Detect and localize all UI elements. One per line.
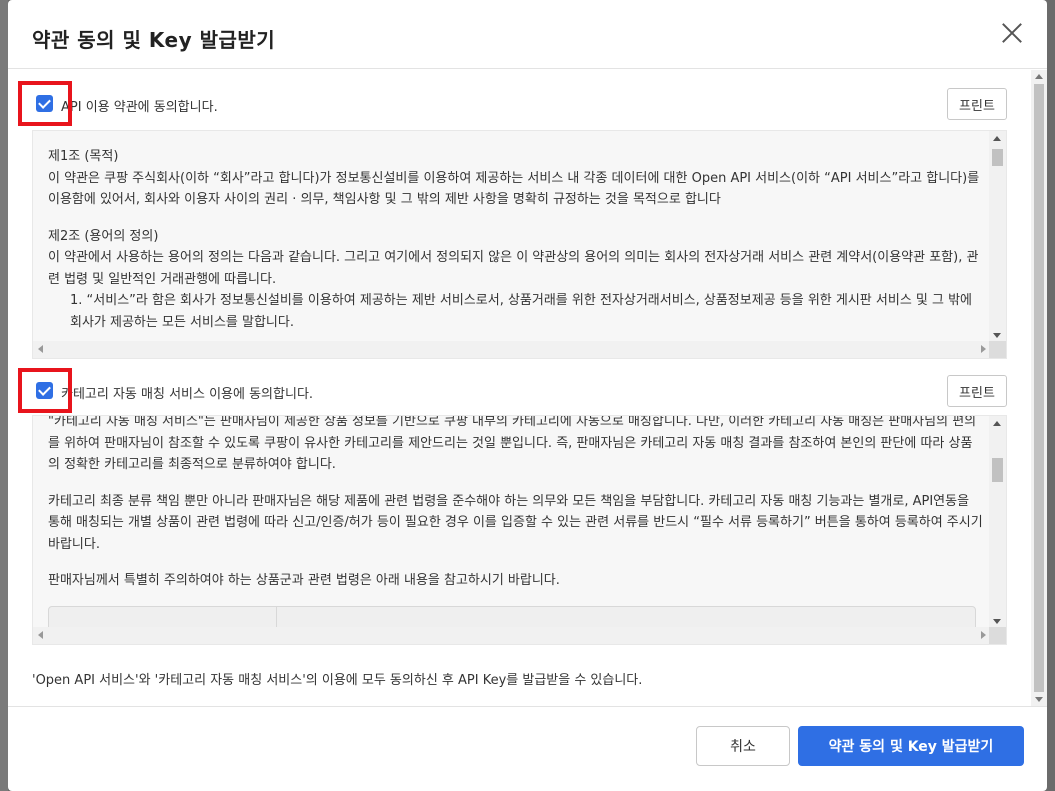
category-terms-print-button[interactable]: 프린트 <box>947 375 1007 407</box>
article-1-body: 이 약관은 쿠팡 주식회사(이하 “회사”라고 합니다)가 정보통신설비를 이용… <box>48 170 980 208</box>
category-para-3: 판매자님께서 특별히 주의하여야 하는 상품군과 관련 법령은 아래 내용을 참… <box>48 573 560 588</box>
scroll-thumb[interactable] <box>992 149 1003 166</box>
api-terms-vscrollbar[interactable] <box>989 131 1006 343</box>
scroll-down-icon[interactable] <box>1035 697 1043 702</box>
category-terms-hscrollbar[interactable] <box>33 627 991 644</box>
category-terms-vscrollbar[interactable] <box>989 416 1006 629</box>
dialog-body: API 이용 약관에 동의합니다. 프린트 제1조 (목적) 이 약관은 쿠팡 … <box>8 70 1047 706</box>
article-2-body: 이 약관에서 사용하는 용어의 정의는 다음과 같습니다. 그리고 여기에서 정… <box>48 250 979 287</box>
scroll-left-icon[interactable] <box>38 631 43 639</box>
agree-and-issue-key-button[interactable]: 약관 동의 및 Key 발급받기 <box>798 726 1024 766</box>
scroll-thumb[interactable] <box>1034 84 1044 692</box>
article-2-title: 제2조 (용어의 정의) <box>48 228 159 244</box>
background-page <box>0 0 8 791</box>
dialog-title: 약관 동의 및 Key 발급받기 <box>32 28 276 52</box>
category-terms-header: 카테고리 자동 매칭 서비스 이용에 동의합니다. 프린트 <box>32 375 1007 407</box>
scroll-right-icon[interactable] <box>981 345 986 353</box>
scroll-up-icon[interactable] <box>993 421 1001 426</box>
scroll-thumb[interactable] <box>992 458 1003 482</box>
category-para-2: 카테고리 최종 분류 책임 뿐만 아니라 판매자님은 해당 제품에 관련 법령을… <box>48 493 983 552</box>
api-terms-header: API 이용 약관에 동의합니다. 프린트 <box>32 88 1007 120</box>
cancel-button[interactable]: 취소 <box>696 726 790 766</box>
scroll-right-icon[interactable] <box>981 631 986 639</box>
category-terms-checkbox[interactable] <box>36 382 53 399</box>
scroll-down-icon[interactable] <box>993 619 1001 624</box>
category-terms-label: 카테고리 자동 매칭 서비스 이용에 동의합니다. <box>61 387 314 402</box>
article-2-item-1: 1. “서비스”라 함은 회사가 정보통신설비를 이용하여 제공하는 제반 서비… <box>70 293 973 330</box>
category-para-1: "카테고리 자동 매칭 서비스"는 판매자님이 제공한 상품 정보를 기반으로 … <box>48 415 977 472</box>
scroll-left-icon[interactable] <box>38 345 43 353</box>
api-terms-text[interactable]: 제1조 (목적) 이 약관은 쿠팡 주식회사(이하 “회사”라고 합니다)가 정… <box>32 130 1007 359</box>
api-terms-hscrollbar[interactable] <box>33 341 991 358</box>
dialog-scrollbar[interactable] <box>1031 70 1047 706</box>
scroll-corner <box>989 341 1006 358</box>
agreement-notice: 'Open API 서비스'와 '카테고리 자동 매칭 서비스'의 이용에 모두… <box>32 673 643 688</box>
scroll-corner <box>989 627 1006 644</box>
close-icon[interactable] <box>1001 22 1023 44</box>
dialog-header: 약관 동의 및 Key 발급받기 <box>8 0 1047 69</box>
terms-dialog: 약관 동의 및 Key 발급받기 API 이용 약관에 동의합니다. 프린트 제… <box>8 0 1047 791</box>
api-terms-checkbox[interactable] <box>36 95 53 112</box>
api-terms-print-button[interactable]: 프린트 <box>947 88 1007 120</box>
dialog-footer: 취소 약관 동의 및 Key 발급받기 <box>8 706 1047 791</box>
api-terms-label: API 이용 약관에 동의합니다. <box>61 100 218 115</box>
category-terms-text[interactable]: "카테고리 자동 매칭 서비스"는 판매자님이 제공한 상품 정보를 기반으로 … <box>32 415 1007 645</box>
scroll-up-icon[interactable] <box>1035 74 1043 79</box>
article-1-title: 제1조 (목적) <box>48 149 119 164</box>
scroll-up-icon[interactable] <box>993 136 1001 141</box>
scroll-down-icon[interactable] <box>993 333 1001 338</box>
